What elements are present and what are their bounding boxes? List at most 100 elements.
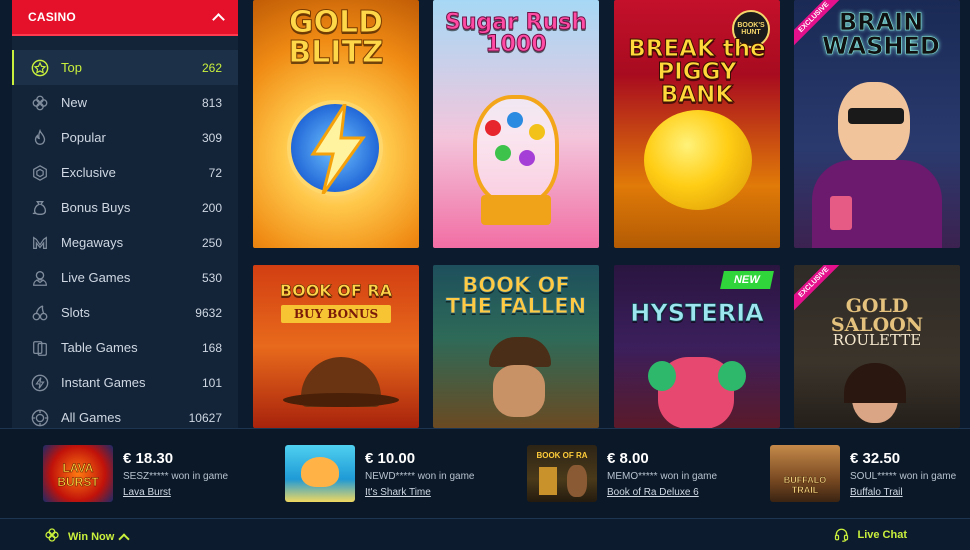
sidebar-item-label: Megaways bbox=[61, 235, 124, 250]
new-badge: NEW bbox=[720, 271, 774, 289]
live-chat-button[interactable]: Live Chat bbox=[834, 527, 907, 542]
category-menu: Top 262 New 813 Popular 309 Exclusive 72 bbox=[12, 36, 238, 428]
win-now-label: Win Now bbox=[68, 530, 115, 543]
sidebar-item-count: 813 bbox=[201, 95, 222, 110]
game-grid: GOLD BLITZ Sugar Rush 1000 BOOK'S HUNT B… bbox=[253, 0, 970, 428]
sidebar-item-count: 72 bbox=[208, 165, 222, 180]
clover-icon bbox=[44, 527, 60, 546]
sidebar-item-popular[interactable]: Popular 309 bbox=[12, 120, 238, 155]
win-amount: € 10.00 bbox=[365, 450, 416, 467]
thumbnail-title: LAVA BURST bbox=[57, 461, 99, 490]
game-tile-break-the-piggy-bank[interactable]: BOOK'S HUNT BREAK the PIGGY BANK bbox=[614, 0, 780, 248]
money-bag-icon bbox=[30, 198, 50, 218]
sidebar-item-count: 9632 bbox=[195, 305, 222, 320]
sidebar-item-count: 200 bbox=[201, 200, 222, 215]
game-title: BOOK OF RA bbox=[279, 281, 393, 300]
sidebar-item-table-games[interactable]: Table Games 168 bbox=[12, 330, 238, 365]
game-thumbnail[interactable]: BUFFALO TRAIL bbox=[770, 445, 840, 502]
sidebar-item-label: Popular bbox=[61, 130, 106, 145]
win-amount: € 18.30 bbox=[123, 450, 174, 467]
game-tile-sugar-rush[interactable]: Sugar Rush 1000 bbox=[433, 0, 599, 248]
sidebar-item-new[interactable]: New 813 bbox=[12, 85, 238, 120]
bottom-bar: Win Now Live Chat bbox=[0, 518, 970, 550]
chip-icon bbox=[30, 408, 50, 428]
sidebar-item-all-games[interactable]: All Games 10627 bbox=[12, 400, 238, 428]
game-tile-hysteria[interactable]: NEW HYSTERIA bbox=[614, 265, 780, 428]
winner-text: SOUL***** won in game bbox=[850, 471, 957, 482]
game-tile-book-of-the-fallen[interactable]: BOOK OF THE FALLEN bbox=[433, 265, 599, 428]
thumbnail-title: BUFFALO TRAIL bbox=[783, 475, 827, 495]
casino-sidebar: CASINO Top 262 New 813 Popular 309 Exclu… bbox=[12, 0, 238, 428]
sidebar-item-count: 309 bbox=[201, 130, 222, 145]
sidebar-item-slots[interactable]: Slots 9632 bbox=[12, 295, 238, 330]
winner-card[interactable]: LAVA BURST € 18.30 SESZ***** won in game… bbox=[43, 445, 228, 503]
win-now-toggle[interactable]: Win Now bbox=[44, 527, 131, 546]
game-tile-gold-saloon-roulette[interactable]: EXCLUSIVE GOLD SALOON ROULETTE bbox=[794, 265, 960, 428]
sidebar-item-count: 168 bbox=[201, 340, 222, 355]
win-amount: € 8.00 bbox=[607, 450, 649, 467]
chevron-up-icon[interactable] bbox=[212, 11, 224, 23]
game-title: BREAK the PIGGY BANK bbox=[628, 36, 767, 108]
sidebar-item-megaways[interactable]: Megaways 250 bbox=[12, 225, 238, 260]
flame-icon bbox=[30, 128, 50, 148]
clover-icon bbox=[30, 93, 50, 113]
game-tile-gold-blitz[interactable]: GOLD BLITZ bbox=[253, 0, 419, 248]
casino-category-header[interactable]: CASINO bbox=[12, 0, 238, 36]
game-link[interactable]: Lava Burst bbox=[123, 487, 228, 498]
lightning-icon bbox=[30, 373, 50, 393]
thumbnail-title: BOOK OF RA bbox=[536, 451, 588, 460]
game-title: BRAIN WASHED bbox=[822, 8, 940, 60]
recent-winners-strip: LAVA BURST € 18.30 SESZ***** won in game… bbox=[0, 428, 970, 518]
live-chat-label: Live Chat bbox=[857, 528, 907, 541]
game-title: GOLD SALOON bbox=[830, 295, 924, 336]
sidebar-item-count: 10627 bbox=[188, 410, 222, 425]
game-tile-book-of-ra-buy-bonus[interactable]: BOOK OF RA BUY BONUS bbox=[253, 265, 419, 428]
sidebar-item-top[interactable]: Top 262 bbox=[12, 50, 238, 85]
winner-card[interactable]: € 10.00 NEWD***** won in game It's Shark… bbox=[285, 445, 475, 503]
game-link[interactable]: Book of Ra Deluxe 6 bbox=[607, 487, 717, 498]
sidebar-item-live-games[interactable]: Live Games 530 bbox=[12, 260, 238, 295]
sidebar-item-label: Exclusive bbox=[61, 165, 116, 180]
game-title: Sugar Rush 1000 bbox=[445, 10, 588, 57]
sidebar-item-label: All Games bbox=[61, 410, 121, 425]
game-subtitle: ROULETTE bbox=[832, 331, 922, 349]
sidebar-item-count: 262 bbox=[201, 60, 222, 75]
sidebar-item-label: Bonus Buys bbox=[61, 200, 131, 215]
game-tile-brain-washed[interactable]: EXCLUSIVE BRAIN WASHED bbox=[794, 0, 960, 248]
game-link[interactable]: It's Shark Time bbox=[365, 487, 475, 498]
winner-text: NEWD***** won in game bbox=[365, 471, 475, 482]
sidebar-item-label: Top bbox=[61, 60, 82, 75]
game-link[interactable]: Buffalo Trail bbox=[850, 487, 956, 498]
chevron-up-icon bbox=[118, 532, 131, 545]
cards-icon bbox=[30, 338, 50, 358]
sidebar-item-bonus-buys[interactable]: Bonus Buys 200 bbox=[12, 190, 238, 225]
megaways-icon bbox=[30, 233, 50, 253]
sidebar-item-label: Live Games bbox=[61, 270, 131, 285]
game-thumbnail[interactable]: BOOK OF RA bbox=[527, 445, 597, 502]
dealer-icon bbox=[30, 268, 50, 288]
game-title: BOOK OF THE FALLEN bbox=[445, 273, 587, 318]
sidebar-item-label: Table Games bbox=[61, 340, 138, 355]
sidebar-item-count: 530 bbox=[201, 270, 222, 285]
sidebar-item-count: 250 bbox=[201, 235, 222, 250]
sidebar-item-count: 101 bbox=[201, 375, 222, 390]
sidebar-item-label: New bbox=[61, 95, 88, 110]
cherries-icon bbox=[30, 303, 50, 323]
game-title: HYSTERIA bbox=[630, 299, 764, 327]
game-title: GOLD BLITZ bbox=[288, 5, 384, 70]
winner-text: MEMO***** won in game bbox=[607, 471, 718, 482]
sidebar-item-exclusive[interactable]: Exclusive 72 bbox=[12, 155, 238, 190]
winner-card[interactable]: BOOK OF RA € 8.00 MEMO***** won in game … bbox=[527, 445, 717, 503]
headset-icon bbox=[835, 528, 849, 542]
sidebar-item-instant-games[interactable]: Instant Games 101 bbox=[12, 365, 238, 400]
winner-text: SESZ***** won in game bbox=[123, 471, 229, 482]
sidebar-item-label: Slots bbox=[61, 305, 90, 320]
gem-icon bbox=[30, 163, 50, 183]
casino-header-title: CASINO bbox=[28, 10, 76, 24]
game-thumbnail[interactable] bbox=[285, 445, 355, 502]
winner-card[interactable]: BUFFALO TRAIL € 32.50 SOUL***** won in g… bbox=[770, 445, 956, 503]
game-thumbnail[interactable]: LAVA BURST bbox=[43, 445, 113, 502]
star-badge-icon bbox=[30, 58, 50, 78]
win-amount: € 32.50 bbox=[850, 450, 901, 467]
sidebar-item-label: Instant Games bbox=[61, 375, 146, 390]
